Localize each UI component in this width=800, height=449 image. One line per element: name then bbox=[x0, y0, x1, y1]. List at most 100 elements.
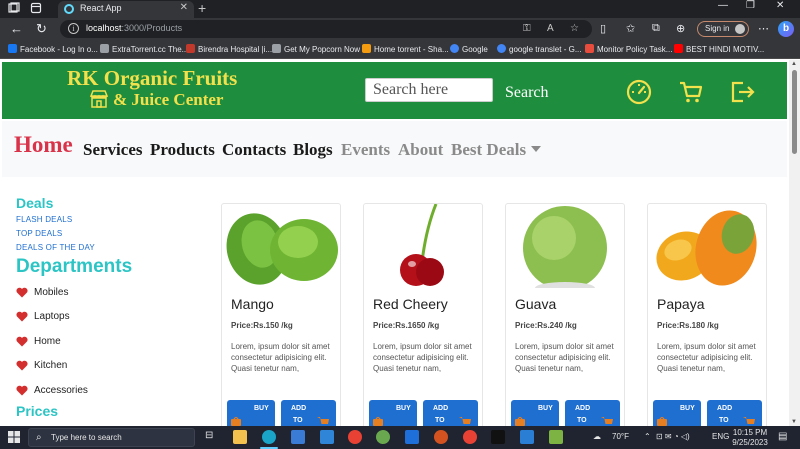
bookmark-facebook[interactable]: Facebook - Log In o... bbox=[8, 44, 98, 54]
buy-button[interactable]: BUY bbox=[511, 400, 559, 426]
close-window-icon[interactable]: ✕ bbox=[776, 0, 784, 11]
key-icon[interactable]: ⚿ bbox=[523, 23, 531, 34]
vscode-icon[interactable] bbox=[520, 430, 534, 444]
new-tab-icon[interactable]: + bbox=[198, 0, 206, 16]
nav-contacts[interactable]: Contacts bbox=[222, 140, 286, 160]
windows-start-icon[interactable] bbox=[8, 431, 20, 443]
tab-title: React App bbox=[80, 3, 122, 13]
cart-icon bbox=[459, 417, 471, 424]
refresh-icon[interactable]: ↻ bbox=[36, 21, 47, 37]
microsoft-store-icon[interactable] bbox=[291, 430, 305, 444]
nav-about[interactable]: About bbox=[398, 140, 443, 160]
sign-in-button[interactable]: Sign in bbox=[697, 21, 749, 37]
app-icon[interactable] bbox=[549, 430, 563, 444]
app-icon[interactable] bbox=[434, 430, 448, 444]
chrome-icon[interactable] bbox=[348, 430, 362, 444]
logout-icon[interactable] bbox=[729, 79, 755, 105]
bookmark-youtube[interactable]: BEST HINDI MOTIV... bbox=[674, 44, 764, 54]
address-bar[interactable]: i localhost:3000/Products ⚿ A ☆ bbox=[60, 20, 592, 38]
terminal-icon[interactable] bbox=[491, 430, 505, 444]
bookmark-google[interactable]: Google bbox=[450, 44, 488, 54]
collections-icon[interactable]: ⧉ bbox=[652, 22, 660, 35]
bookmark-home-torrent[interactable]: Home torrent - Sha... bbox=[362, 44, 449, 54]
site-info-icon[interactable]: i bbox=[68, 23, 79, 34]
bookmark-monitor-policy[interactable]: Monitor Policy Task... bbox=[585, 44, 672, 54]
product-description: Lorem, ipsum dolor sit amet consectetur … bbox=[231, 342, 330, 373]
product-card-guava[interactable]: Guava Price:Rs.240 /kg Lorem, ipsum dolo… bbox=[505, 203, 625, 426]
product-card-mango[interactable]: Mango Price:Rs.150 /kg Lorem, ipsum dolo… bbox=[221, 203, 341, 426]
input-language[interactable]: ENG bbox=[712, 432, 729, 441]
youtube-icon bbox=[674, 44, 683, 53]
favorites-icon[interactable]: ✩ bbox=[626, 22, 635, 35]
bookmark-birendra-hospital[interactable]: Birendra Hospital |i... bbox=[186, 44, 272, 54]
page-scrollbar[interactable]: ▲ ▼ bbox=[789, 60, 800, 426]
flash-deals-link[interactable]: FLASH DEALS bbox=[16, 215, 72, 224]
mail-icon[interactable] bbox=[320, 430, 334, 444]
edge-browser-icon[interactable] bbox=[262, 430, 276, 444]
more-options-icon[interactable]: ⋯ bbox=[758, 22, 769, 35]
scroll-thumb[interactable] bbox=[792, 70, 797, 154]
cart-icon[interactable] bbox=[678, 79, 704, 105]
app-icon[interactable] bbox=[376, 430, 390, 444]
close-tab-icon[interactable]: ✕ bbox=[180, 2, 188, 13]
file-explorer-icon[interactable] bbox=[233, 430, 247, 444]
app-icon[interactable] bbox=[405, 430, 419, 444]
minimize-icon[interactable]: — bbox=[718, 0, 728, 11]
tab-actions-icon[interactable] bbox=[30, 2, 42, 14]
departments-heading: Departments bbox=[16, 256, 133, 277]
add-to-cart-button[interactable]: ADD TO bbox=[423, 400, 478, 426]
taskbar-search-input[interactable]: ⌕ Type here to search bbox=[28, 428, 195, 447]
top-deals-link[interactable]: TOP DEALS bbox=[16, 229, 62, 238]
deals-of-the-day-link[interactable]: DEALS OF THE DAY bbox=[16, 243, 95, 252]
taskbar-clock[interactable]: 10:15 PM 9/25/2023 bbox=[730, 428, 770, 448]
bookmark-label: Birendra Hospital |i... bbox=[198, 45, 273, 54]
chrome-icon[interactable] bbox=[463, 430, 477, 444]
product-card-papaya[interactable]: Papaya Price:Rs.180 /kg Lorem, ipsum dol… bbox=[647, 203, 767, 426]
maximize-icon[interactable]: ❐ bbox=[746, 0, 755, 11]
nav-blogs[interactable]: Blogs bbox=[293, 140, 333, 160]
nav-products[interactable]: Products bbox=[150, 140, 215, 160]
weather-temperature[interactable]: 70°F bbox=[612, 432, 629, 441]
bookmark-label: Monitor Policy Task... bbox=[597, 45, 673, 54]
dashboard-gauge-icon[interactable] bbox=[626, 79, 652, 105]
add-to-cart-button[interactable]: ADD TO bbox=[281, 400, 336, 426]
scroll-down-arrow-icon[interactable]: ▼ bbox=[791, 419, 797, 425]
buy-button[interactable]: BUY bbox=[653, 400, 701, 426]
read-aloud-icon[interactable]: A bbox=[547, 23, 554, 34]
notifications-icon[interactable]: ▤ bbox=[778, 431, 787, 442]
weather-icon[interactable]: ☁ bbox=[593, 432, 601, 441]
back-icon[interactable]: ← bbox=[10, 21, 23, 36]
bookmarks-bar: Facebook - Log In o... ExtraTorrent.cc T… bbox=[0, 40, 800, 59]
workspaces-icon[interactable] bbox=[8, 2, 20, 14]
nav-best-deals-dropdown[interactable]: Best Deals bbox=[451, 140, 542, 160]
product-card-cherry[interactable]: Red Cheery Price:Rs.1650 /kg Lorem, ipsu… bbox=[363, 203, 483, 426]
buy-button[interactable]: BUY bbox=[369, 400, 417, 426]
scroll-up-arrow-icon[interactable]: ▲ bbox=[791, 61, 797, 67]
papaya-image bbox=[656, 210, 757, 286]
task-view-icon[interactable]: ⊟ bbox=[205, 430, 219, 444]
bookmark-google-translate[interactable]: google translet - G... bbox=[497, 44, 581, 54]
browser-tab-react-app[interactable]: React App ✕ bbox=[58, 1, 194, 18]
bookmark-label: ExtraTorrent.cc The... bbox=[112, 45, 189, 54]
nav-services[interactable]: Services bbox=[83, 140, 142, 160]
search-button[interactable]: Search bbox=[505, 84, 549, 102]
torrent-icon bbox=[362, 44, 371, 53]
brand-title[interactable]: RK Organic Fruits bbox=[67, 66, 237, 91]
search-input[interactable]: Search here bbox=[365, 78, 493, 102]
show-hidden-icons-icon[interactable]: ⌃ bbox=[644, 432, 651, 441]
favorite-star-icon[interactable]: ☆ bbox=[570, 23, 579, 34]
split-screen-icon[interactable]: ▯ bbox=[600, 22, 606, 35]
nav-home[interactable]: Home bbox=[14, 132, 73, 158]
add-to-cart-button[interactable]: ADD TO bbox=[565, 400, 620, 426]
nav-events[interactable]: Events bbox=[341, 140, 390, 160]
url-text[interactable]: localhost:3000/Products bbox=[86, 23, 182, 33]
system-tray-icons[interactable]: ⊡ ✉ ◔ ◁) bbox=[656, 432, 690, 441]
add-to-cart-button[interactable]: ADD TO bbox=[707, 400, 762, 426]
extensions-icon[interactable]: ⊕ bbox=[676, 22, 685, 35]
bookmark-popcorn[interactable]: Get My Popcorn Now bbox=[272, 44, 360, 54]
bing-copilot-icon[interactable]: b bbox=[778, 21, 794, 37]
react-favicon-icon bbox=[64, 4, 74, 14]
buy-button[interactable]: BUY bbox=[227, 400, 275, 426]
product-price: Price:Rs.1650 /kg bbox=[373, 321, 440, 330]
bookmark-extratorrent[interactable]: ExtraTorrent.cc The... bbox=[100, 44, 188, 54]
